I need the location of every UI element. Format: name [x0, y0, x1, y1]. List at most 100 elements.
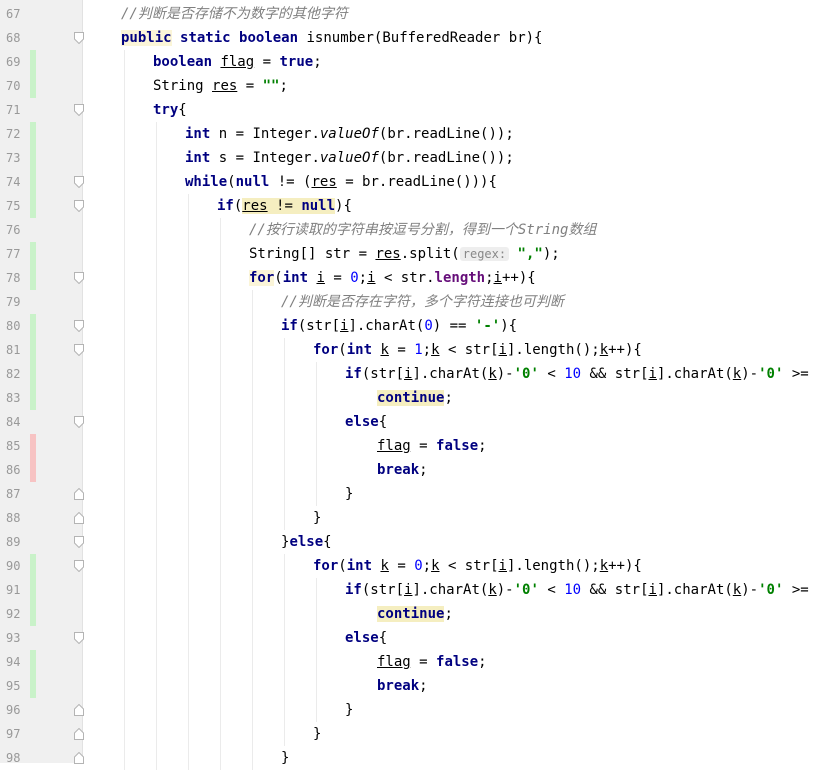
- code-line[interactable]: if(str[i].charAt(k)-'0' < 10 && str[i].c…: [345, 362, 816, 386]
- vcs-added-marker[interactable]: [30, 74, 36, 98]
- code-line[interactable]: for(int k = 1;k < str[i].length();k++){: [313, 338, 642, 362]
- code-token: && str[: [581, 366, 649, 382]
- code-line[interactable]: //判断是否存在字符，多个字符连接也可判断: [281, 290, 564, 314]
- code-token: .split(: [400, 246, 460, 262]
- code-token: k: [732, 366, 742, 382]
- vcs-added-marker[interactable]: [30, 602, 36, 626]
- vcs-added-marker[interactable]: [30, 314, 36, 338]
- vcs-added-marker[interactable]: [30, 674, 36, 698]
- vcs-added-marker[interactable]: [30, 386, 36, 410]
- code-token: =: [388, 342, 415, 358]
- fold-collapse-icon[interactable]: [74, 416, 84, 428]
- line-number: 84: [6, 415, 21, 429]
- fold-end-icon[interactable]: [74, 512, 84, 524]
- indent-guide: [316, 362, 317, 506]
- code-line[interactable]: }: [345, 698, 353, 722]
- code-token: < str[: [439, 342, 499, 358]
- code-token: null: [301, 198, 336, 214]
- vcs-modified-marker[interactable]: [30, 458, 36, 482]
- code-token: if: [217, 198, 234, 214]
- line-number: 94: [6, 655, 21, 669]
- line-number: 87: [6, 487, 21, 501]
- vcs-added-marker[interactable]: [30, 50, 36, 74]
- code-line[interactable]: //按行读取的字符串按逗号分割，得到一个String数组: [249, 218, 596, 242]
- code-line[interactable]: flag = false;: [377, 650, 487, 674]
- vcs-modified-marker[interactable]: [30, 434, 36, 458]
- vcs-added-marker[interactable]: [30, 122, 36, 146]
- code-token: 数组: [568, 222, 597, 238]
- code-token: else: [289, 534, 324, 550]
- line-number: 85: [6, 439, 21, 453]
- vcs-added-marker[interactable]: [30, 194, 36, 218]
- code-line[interactable]: else{: [345, 410, 387, 434]
- code-token: ",": [517, 246, 543, 262]
- vcs-added-marker[interactable]: [30, 650, 36, 674]
- fold-end-icon[interactable]: [74, 488, 84, 500]
- code-line[interactable]: }else{: [281, 530, 332, 554]
- code-line[interactable]: for(int k = 0;k < str[i].length();k++){: [313, 554, 642, 578]
- code-token: res: [212, 78, 238, 94]
- code-token: res: [242, 198, 268, 214]
- code-line[interactable]: continue;: [377, 386, 453, 410]
- fold-collapse-icon[interactable]: [74, 200, 84, 212]
- code-line[interactable]: boolean flag = true;: [153, 50, 322, 74]
- code-token: )-: [496, 366, 514, 382]
- fold-collapse-icon[interactable]: [74, 272, 84, 284]
- code-line[interactable]: flag = false;: [377, 434, 487, 458]
- code-line[interactable]: for(int i = 0;i < str.length;i++){: [249, 266, 536, 290]
- vcs-added-marker[interactable]: [30, 242, 36, 266]
- code-token: ;: [485, 270, 494, 286]
- code-line[interactable]: int s = Integer.valueOf(br.readLine());: [185, 146, 514, 170]
- code-token: k: [488, 582, 497, 598]
- code-line[interactable]: String[] str = res.split(regex: ",");: [249, 242, 560, 266]
- code-token: i: [493, 270, 502, 286]
- code-token: {: [323, 534, 332, 550]
- vcs-added-marker[interactable]: [30, 146, 36, 170]
- vcs-added-marker[interactable]: [30, 266, 36, 290]
- code-line[interactable]: break;: [377, 674, 428, 698]
- fold-end-icon[interactable]: [74, 752, 84, 764]
- fold-collapse-icon[interactable]: [74, 536, 84, 548]
- fold-end-icon[interactable]: [74, 704, 84, 716]
- code-line[interactable]: break;: [377, 458, 428, 482]
- code-line[interactable]: while(null != (res = br.readLine())){: [185, 170, 497, 194]
- vcs-added-marker[interactable]: [30, 362, 36, 386]
- fold-collapse-icon[interactable]: [74, 344, 84, 356]
- code-token: =: [388, 558, 415, 574]
- code-line[interactable]: public static boolean isnumber(BufferedR…: [121, 26, 542, 50]
- code-line[interactable]: }: [313, 506, 321, 530]
- code-token: ;: [444, 606, 453, 622]
- vcs-added-marker[interactable]: [30, 578, 36, 602]
- fold-collapse-icon[interactable]: [74, 632, 84, 644]
- line-number: 81: [6, 343, 21, 357]
- code-line[interactable]: if(str[i].charAt(0) == '-'){: [281, 314, 517, 338]
- fold-collapse-icon[interactable]: [74, 32, 84, 44]
- fold-end-icon[interactable]: [74, 728, 84, 740]
- code-token: ;: [279, 78, 288, 94]
- code-line[interactable]: try{: [153, 98, 187, 122]
- vcs-added-marker[interactable]: [30, 338, 36, 362]
- code-token: ;: [358, 270, 368, 286]
- fold-collapse-icon[interactable]: [74, 320, 84, 332]
- vcs-added-marker[interactable]: [30, 170, 36, 194]
- code-token: 0: [350, 270, 359, 286]
- code-token: ].charAt(: [348, 318, 425, 334]
- code-line[interactable]: }: [313, 722, 321, 746]
- code-token: String: [153, 78, 213, 94]
- code-token: ;: [478, 654, 487, 670]
- code-line[interactable]: }: [281, 746, 289, 770]
- fold-collapse-icon[interactable]: [74, 560, 84, 572]
- fold-collapse-icon[interactable]: [74, 176, 84, 188]
- code-line[interactable]: String res = "";: [153, 74, 288, 98]
- code-line[interactable]: if(str[i].charAt(k)-'0' < 10 && str[i].c…: [345, 578, 816, 602]
- code-line[interactable]: else{: [345, 626, 387, 650]
- code-line[interactable]: }: [345, 482, 353, 506]
- code-token: 10: [564, 366, 582, 382]
- code-token: (br.readLine());: [378, 150, 514, 166]
- code-line[interactable]: int n = Integer.valueOf(br.readLine());: [185, 122, 514, 146]
- vcs-added-marker[interactable]: [30, 554, 36, 578]
- code-line[interactable]: continue;: [377, 602, 453, 626]
- fold-collapse-icon[interactable]: [74, 104, 84, 116]
- code-line[interactable]: if(res != null){: [217, 194, 352, 218]
- code-line[interactable]: //判断是否存储不为数字的其他字符: [121, 2, 348, 26]
